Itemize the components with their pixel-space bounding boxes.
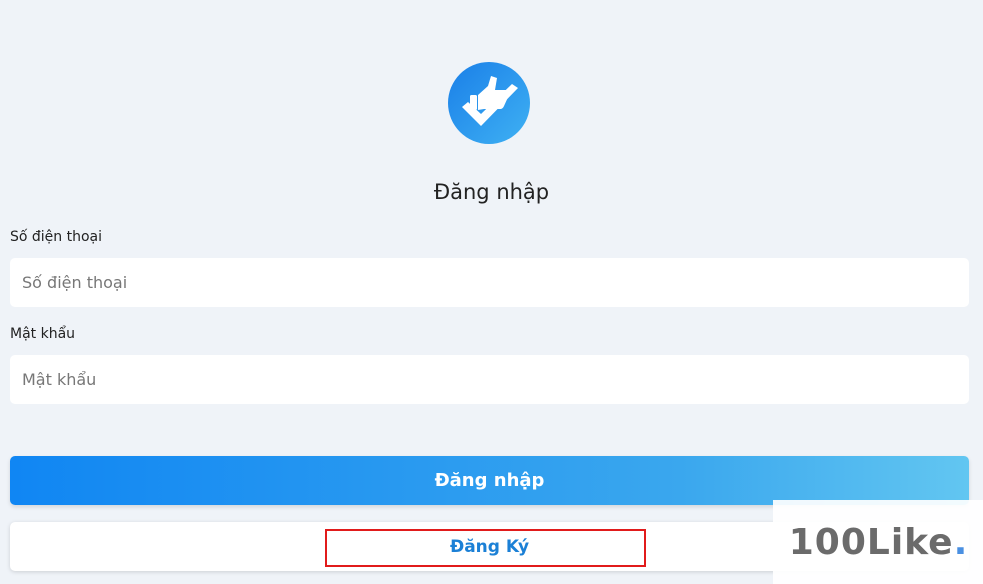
watermark-text: 100Like [788,521,954,563]
thumbs-up-check-icon [448,62,530,144]
phone-label: Số điện thoại [10,229,103,245]
watermark: 100Like. [773,500,983,584]
logo [448,62,530,144]
login-button[interactable]: Đăng nhập [10,456,969,505]
password-input[interactable] [10,355,969,404]
password-label: Mật khẩu [10,326,76,342]
phone-input[interactable] [10,258,969,307]
page-title: Đăng nhập [433,180,550,204]
watermark-dot: . [953,521,968,563]
